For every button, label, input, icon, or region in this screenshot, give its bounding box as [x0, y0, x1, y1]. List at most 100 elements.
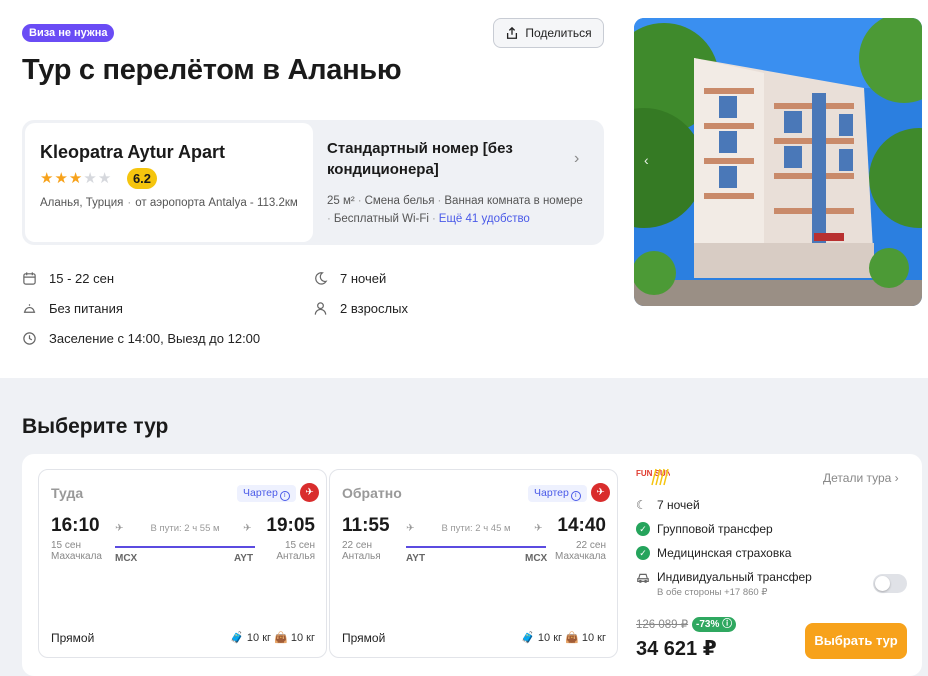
plane-landing-icon: ✈: [534, 523, 543, 534]
calendar-icon: [23, 272, 36, 285]
flight-type: Прямой: [342, 631, 386, 645]
luggage-icon: 🧳: [230, 632, 244, 644]
arrival-code: AYT: [234, 553, 254, 564]
departure-time: 16:10: [51, 515, 100, 536]
detail-dates: 15 - 22 сен: [22, 271, 114, 286]
leg-title: Туда: [51, 485, 84, 501]
feature-label: Групповой трансфер: [657, 522, 773, 536]
share-label: Поделиться: [525, 26, 592, 40]
hotel-info[interactable]: Kleopatra Aytur Apart ★ ★ ★ ★ ★ 6.2 Алан…: [25, 123, 313, 242]
dates-text: 15 - 22 сен: [49, 271, 114, 286]
operator-logo-text: FUN SUN: [636, 469, 670, 478]
baggage-info: 🧳 10 кг 👜 10 кг: [230, 631, 315, 644]
detail-meal: Без питания: [22, 301, 123, 316]
route-line: [115, 546, 255, 548]
tour-details-link[interactable]: Детали тура ›: [823, 471, 899, 485]
hand-luggage-icon: 👜: [565, 632, 579, 644]
departure-code: AYT: [406, 553, 426, 564]
arrival-time: 14:40: [557, 515, 606, 536]
moon-icon: [315, 272, 328, 285]
select-tour-section: Выберите тур Туда Чартер i ✈ 16:10 15 сен…: [0, 378, 928, 676]
clock-icon: [23, 332, 36, 345]
car-icon: [637, 573, 649, 583]
flight-return[interactable]: Обратно Чартер i ✈ 11:55 22 сен Анталья ✈…: [329, 469, 618, 658]
rating-badge: 6.2: [127, 168, 157, 189]
airline-logo-icon: ✈: [591, 483, 610, 502]
departure-code: MCX: [115, 553, 138, 564]
meal-text: Без питания: [49, 301, 123, 316]
amenity: 25 м²: [327, 195, 355, 207]
tour-header-section: Виза не нужна Поделиться Тур с перелётом…: [0, 0, 928, 378]
star-icon: ★: [68, 170, 83, 187]
detail-guests: 2 взрослых: [313, 301, 408, 316]
hand-luggage-icon: 👜: [274, 632, 288, 644]
info-icon[interactable]: i: [279, 491, 290, 501]
amenity: Ванная комната в номере: [444, 195, 583, 207]
chevron-left-icon[interactable]: ‹: [644, 152, 649, 168]
departure-city: Махачкала: [51, 551, 102, 562]
airline-logo-icon: ✈: [300, 483, 319, 502]
star-icon: ★: [54, 170, 68, 187]
share-icon: [507, 26, 518, 39]
hand-luggage-weight: 10 кг: [290, 632, 315, 644]
hotel-location: Аланья, Турция · от аэропорта Antalya - 11…: [40, 197, 298, 209]
detail-nights: 7 ночей: [313, 271, 386, 286]
hotel-airport-distance: от аэропорта Antalya - 113.2км: [135, 197, 298, 209]
flight-outbound[interactable]: Туда Чартер i ✈ 16:10 15 сен Махачкала ✈ …: [38, 469, 327, 658]
departure-date: 15 сен: [51, 540, 81, 551]
funsun-logo: FUN SUN: [636, 468, 670, 486]
feature-label: Индивидуальный трансфер: [657, 570, 812, 584]
charter-label: Чартер: [534, 487, 569, 499]
feature-label: 7 ночей: [657, 498, 700, 512]
arrival-city: Махачкала: [555, 551, 606, 562]
transfer-price-note: В обе стороны +17 860 ₽: [657, 587, 768, 598]
charter-badge: Чартер i: [528, 485, 587, 502]
departure-date: 22 сен: [342, 540, 372, 551]
star-empty-icon: ★: [97, 170, 112, 187]
visa-badge: Виза не нужна: [22, 24, 115, 42]
hotel-photo-image: [634, 18, 922, 306]
star-icon: ★: [40, 170, 54, 187]
luggage-icon: 🧳: [521, 632, 535, 644]
info-icon[interactable]: ⓘ: [722, 619, 732, 630]
moon-icon: ☾: [636, 498, 647, 512]
departure-city: Анталья: [342, 551, 381, 562]
flight-duration: В пути: 2 ч 45 м: [441, 523, 511, 534]
baggage-weight: 10 кг: [246, 632, 272, 644]
baggage-weight: 10 кг: [537, 632, 563, 644]
charter-label: Чартер: [243, 487, 278, 499]
section-title: Выберите тур: [22, 415, 169, 438]
tour-details-label: Детали тура: [823, 471, 892, 485]
baggage-info: 🧳 10 кг 👜 10 кг: [521, 631, 606, 644]
feature-label: Медицинская страховка: [657, 546, 792, 560]
discount-badge: -73% ⓘ: [692, 617, 737, 632]
chevron-right-icon[interactable]: ›: [574, 150, 579, 168]
feature-group-transfer: ✓ Групповой трансфер: [636, 522, 773, 536]
checkin-text: Заселение с 14:00, Выезд до 12:00: [49, 331, 261, 346]
more-amenities-link[interactable]: Ещё 41 удобство: [439, 213, 530, 225]
choose-tour-button[interactable]: Выбрать тур: [805, 623, 907, 659]
amenity: Смена белья: [364, 195, 435, 207]
info-icon[interactable]: i: [570, 491, 581, 501]
check-icon: ✓: [636, 522, 650, 536]
arrival-date: 15 сен: [285, 540, 315, 551]
offer-summary: FUN SUN Детали тура › ☾ 7 ночей ✓ Группо…: [636, 454, 922, 676]
arrival-city: Анталья: [276, 551, 315, 562]
hotel-stars: ★ ★ ★ ★ ★: [40, 171, 111, 187]
room-amenities: 25 м² · Смена белья · Ванная комната в номер…: [327, 195, 583, 225]
nights-text: 7 ночей: [340, 271, 387, 286]
arrival-code: MCX: [525, 553, 548, 564]
flight-duration: В пути: 2 ч 55 м: [150, 523, 220, 534]
check-icon: ✓: [636, 546, 650, 560]
individual-transfer-toggle[interactable]: [873, 574, 907, 593]
tour-price: 34 621 ₽: [636, 638, 717, 660]
plane-landing-icon: ✈: [243, 523, 252, 534]
hotel-photo[interactable]: ‹: [634, 18, 922, 306]
feature-nights: ☾ 7 ночей: [636, 498, 700, 512]
detail-checkin: Заселение с 14:00, Выезд до 12:00: [22, 331, 260, 346]
star-empty-icon: ★: [83, 170, 97, 187]
share-button[interactable]: Поделиться: [493, 18, 604, 48]
page-title: Тур с перелётом в Аланью: [22, 54, 402, 86]
room-title[interactable]: Стандартный номер [без кондиционера]: [327, 138, 557, 180]
discount-value: -73%: [696, 619, 720, 630]
